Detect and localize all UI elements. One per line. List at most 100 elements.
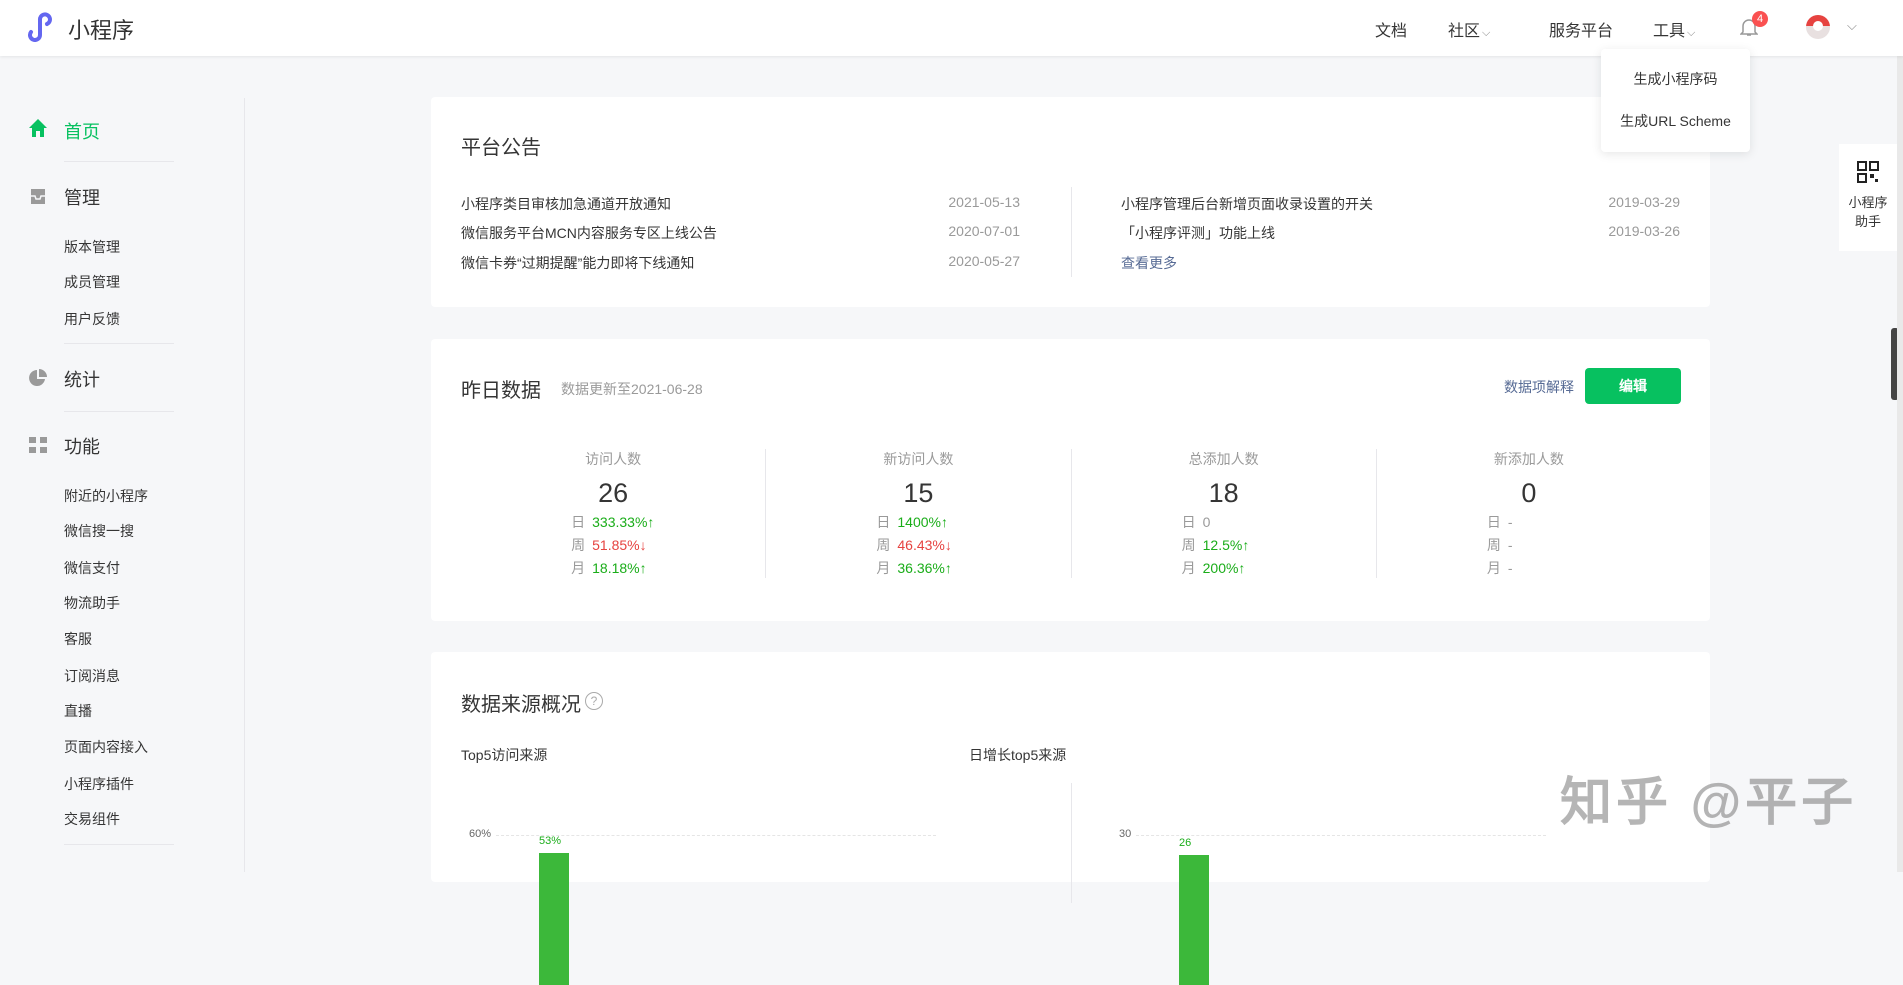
data-explain-link[interactable]: 数据项解释 <box>1504 377 1574 397</box>
announcements-card: 平台公告 小程序类目审核加急通道开放通知 2021-05-13 微信服务平台MC… <box>431 97 1710 307</box>
sidebar-item-customer-service[interactable]: 客服 <box>64 629 92 649</box>
change-value: 46.43%↓ <box>897 537 967 553</box>
stat-label: 总添加人数 <box>1072 449 1376 469</box>
announcement-date: 2019-03-29 <box>1560 194 1680 210</box>
update-date: 数据更新至2021-06-28 <box>561 379 703 399</box>
sidebar-item-members[interactable]: 成员管理 <box>64 272 120 292</box>
pie-chart-icon <box>28 368 48 388</box>
mini-program-assistant-button[interactable]: 小程序 助手 <box>1839 144 1897 251</box>
yesterday-title: 昨日数据 <box>461 374 541 403</box>
qrcode-icon <box>1857 161 1879 183</box>
change-value: - <box>1508 537 1578 553</box>
divider <box>64 343 174 344</box>
announcement-link[interactable]: 小程序管理后台新增页面收录设置的开关 <box>1121 194 1373 214</box>
menu-item-generate-url-scheme[interactable]: 生成URL Scheme <box>1601 101 1750 141</box>
chevron-down-icon: ⌵ <box>1482 27 1490 39</box>
view-more-link[interactable]: 查看更多 <box>1121 253 1177 273</box>
stat-column: 总添加人数18日0周12.5%↑月200%↑ <box>1071 449 1376 578</box>
assistant-label-2: 助手 <box>1839 211 1897 230</box>
announcement-link[interactable]: 「小程序评测」功能上线 <box>1121 223 1275 243</box>
change-value: 200%↑ <box>1203 560 1273 576</box>
period-label: 月 <box>869 558 897 578</box>
y-tick-label: 30 <box>1119 828 1131 840</box>
stat-change-row: 日1400%↑ <box>766 512 1070 532</box>
period-label: 月 <box>564 558 592 578</box>
yesterday-data-card: 昨日数据 数据更新至2021-06-28 数据项解释 编辑 访问人数26日333… <box>431 339 1710 621</box>
stat-value: 18 <box>1072 478 1376 509</box>
stat-change-row: 月- <box>1377 558 1681 578</box>
stat-change-row: 月36.36%↑ <box>766 558 1070 578</box>
nav-community-label: 社区 <box>1448 23 1480 40</box>
help-icon[interactable]: ? <box>585 692 603 710</box>
sidebar-item-subscribe[interactable]: 订阅消息 <box>64 666 120 686</box>
divider <box>64 411 174 412</box>
chevron-down-icon: ⌵ <box>1687 27 1695 39</box>
sidebar-item-version[interactable]: 版本管理 <box>64 237 120 257</box>
chart-title: Top5访问来源 <box>461 745 547 765</box>
announcement-link[interactable]: 小程序类目审核加急通道开放通知 <box>461 194 671 214</box>
nav-service-platform[interactable]: 服务平台 <box>1549 17 1613 41</box>
sidebar-item-logistics[interactable]: 物流助手 <box>64 593 120 613</box>
period-label: 周 <box>1480 535 1508 555</box>
sidebar-item-feedback[interactable]: 用户反馈 <box>64 309 120 329</box>
announcement-link[interactable]: 微信卡券“过期提醒”能力即将下线通知 <box>461 253 694 273</box>
edit-button[interactable]: 编辑 <box>1585 368 1681 404</box>
sidebar-item-search[interactable]: 微信搜一搜 <box>64 521 134 541</box>
period-label: 月 <box>1480 558 1508 578</box>
change-value: - <box>1508 560 1578 576</box>
sidebar-item-features[interactable]: 功能 <box>64 433 100 459</box>
stat-change-row: 月200%↑ <box>1072 558 1376 578</box>
nav-docs[interactable]: 文档 <box>1375 17 1407 41</box>
period-label: 周 <box>564 535 592 555</box>
gridline <box>496 835 936 836</box>
change-value: 18.18%↑ <box>592 560 662 576</box>
watermark: 知乎 @平子 <box>1560 760 1857 835</box>
data-sources-card: 数据来源概况 ? Top5访问来源60%53%日增长top5来源3026 <box>431 652 1710 882</box>
period-label: 日 <box>564 512 592 532</box>
tools-dropdown-menu: 生成小程序码 生成URL Scheme <box>1601 49 1750 152</box>
sidebar-item-stats[interactable]: 统计 <box>64 366 100 392</box>
page-scrollbar[interactable] <box>1897 56 1903 872</box>
period-label: 日 <box>1480 512 1508 532</box>
grid-icon <box>28 435 48 455</box>
avatar[interactable] <box>1806 15 1830 39</box>
stat-column: 访问人数26日333.33%↑周51.85%↓月18.18%↑ <box>461 449 765 578</box>
top-header: 小程序 文档 社区⌵ 服务平台 工具⌵ 4 ⌵ <box>0 0 1903 56</box>
chart-bar[interactable] <box>539 853 569 985</box>
stat-label: 新添加人数 <box>1377 449 1681 469</box>
announcement-date: 2020-05-27 <box>900 253 1020 269</box>
chart-divider <box>1071 783 1072 903</box>
sources-title: 数据来源概况 <box>461 688 581 717</box>
announcement-link[interactable]: 微信服务平台MCN内容服务专区上线公告 <box>461 223 717 243</box>
stat-value: 26 <box>461 478 765 509</box>
inbox-icon <box>28 186 48 206</box>
notification-badge: 4 <box>1752 11 1768 27</box>
sidebar-item-trade[interactable]: 交易组件 <box>64 809 120 829</box>
sidebar-item-page-content[interactable]: 页面内容接入 <box>64 737 148 757</box>
account-chevron-down-icon[interactable]: ⌵ <box>1847 18 1857 34</box>
nav-community[interactable]: 社区⌵ <box>1448 17 1490 41</box>
stat-label: 访问人数 <box>461 449 765 469</box>
chart-title: 日增长top5来源 <box>969 745 1066 765</box>
announcement-date: 2020-07-01 <box>900 223 1020 239</box>
announcements-title: 平台公告 <box>461 131 541 160</box>
stats-row: 访问人数26日333.33%↑周51.85%↓月18.18%↑新访问人数15日1… <box>461 449 1681 578</box>
change-value: - <box>1508 514 1578 530</box>
app-name: 小程序 <box>68 13 134 45</box>
stat-change-row: 周46.43%↓ <box>766 535 1070 555</box>
sidebar-item-home[interactable]: 首页 <box>64 118 100 144</box>
bar-value-label: 53% <box>539 835 561 847</box>
sidebar-item-nearby[interactable]: 附近的小程序 <box>64 486 148 506</box>
chart-bar[interactable] <box>1179 855 1209 985</box>
menu-item-generate-qrcode[interactable]: 生成小程序码 <box>1601 59 1750 99</box>
change-value: 36.36%↑ <box>897 560 967 576</box>
sidebar-item-live[interactable]: 直播 <box>64 701 92 721</box>
stat-change-row: 日333.33%↑ <box>461 512 765 532</box>
sidebar-item-manage[interactable]: 管理 <box>64 184 100 210</box>
nav-tools[interactable]: 工具⌵ <box>1653 17 1695 41</box>
sidebar-item-plugin[interactable]: 小程序插件 <box>64 774 134 794</box>
announcement-date: 2019-03-26 <box>1560 223 1680 239</box>
change-value: 333.33%↑ <box>592 514 662 530</box>
sidebar-item-pay[interactable]: 微信支付 <box>64 558 120 578</box>
period-label: 周 <box>869 535 897 555</box>
